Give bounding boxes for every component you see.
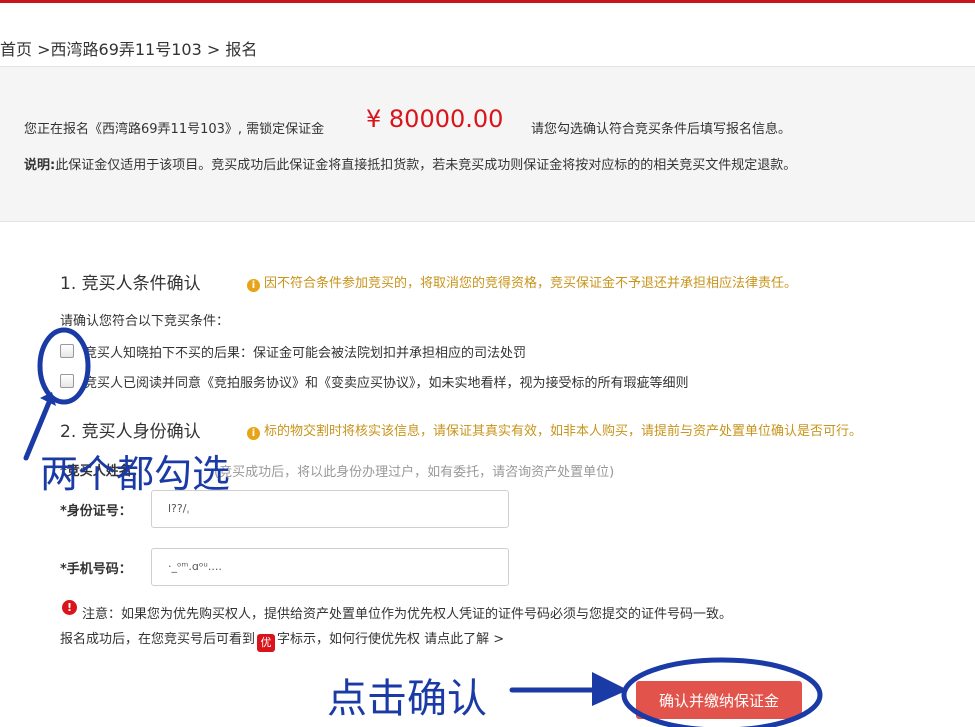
phone-number-input[interactable]: ·_ᵒᵐ.ɑᵒᵘ....: [151, 548, 509, 586]
top-red-rule: [0, 0, 975, 3]
priority-note: 注意：如果您为优先购买权人，提供给资产处置单位作为优先权人凭证的证件号码必须与您…: [82, 607, 733, 622]
info-icon: i: [247, 279, 260, 292]
section2-warning-text: 标的物交割时将核实该信息，请保证其真实有效，如非本人购买，请提前与资产处置单位确…: [264, 424, 863, 439]
bidder-name-hint: (竞买成功后，将以此身份办理过户，如有委托，请咨询资产处置单位): [214, 465, 615, 480]
explanation-label: 说明:: [24, 158, 56, 173]
priority-badge-icon: 优: [257, 634, 276, 652]
phone-number-label: *手机号码：: [60, 562, 132, 577]
confirm-pay-deposit-button[interactable]: 确认并缴纳保证金: [636, 681, 802, 719]
deposit-explanation: 说明:此保证金仅适用于该项目。竞买成功后此保证金将直接抵扣货款，若未竞买成功则保…: [24, 154, 796, 173]
annotation-arrowhead-checkboxes: [40, 392, 56, 406]
annotation-check-both: 两个都勾选: [40, 452, 231, 496]
deposit-amount: ¥ 80000.00: [366, 105, 504, 133]
explanation-text: 此保证金仅适用于该项目。竞买成功后此保证金将直接抵扣货款，若未竞买成功则保证金将…: [55, 158, 797, 173]
priority-note-line2: 报名成功后，在您竞买号后可看到优字标示，如何行使优先权 请点此了解 >: [60, 628, 504, 652]
conditions-intro: 请确认您符合以下竞买条件：: [60, 314, 230, 329]
section2-title: 2. 竞买人身份确认: [60, 422, 201, 442]
learn-more-link[interactable]: 请点此了解 >: [424, 632, 504, 647]
section2-warning: i 标的物交割时将核实该信息，请保证其真实有效，如非本人购买，请提前与资产处置单位…: [247, 420, 862, 440]
annotation-click-confirm: 点击确认: [327, 676, 487, 722]
condition-checkbox-1[interactable]: [60, 344, 74, 358]
section1-warning: i 因不符合条件参加竞买的，将取消您的竞得资格，竞买保证金不予退还并承担相应法律责…: [247, 272, 797, 292]
breadcrumb-current: 报名: [225, 40, 258, 59]
breadcrumb-item[interactable]: 西湾路69弄11号103: [51, 40, 202, 59]
deposit-notice-hint: 请您勾选确认符合竞买条件后填写报名信息。: [531, 122, 792, 137]
breadcrumb-separator: >: [32, 40, 51, 59]
priority-note-before: 报名成功后，在您竞买号后可看到: [60, 632, 256, 647]
alert-icon: !: [62, 600, 77, 615]
breadcrumb-home[interactable]: 首页: [0, 40, 32, 59]
info-icon: i: [247, 427, 260, 440]
condition-checkbox-2[interactable]: [60, 374, 74, 388]
condition-label-2: 竞买人已阅读并同意《竞拍服务协议》和《变卖应买协议》，如未实地看样，视为接受标的…: [84, 376, 689, 391]
breadcrumb: 首页 >西湾路69弄11号103 > 报名: [0, 36, 257, 60]
priority-note-after: 字标示，如何行使优先权: [277, 632, 421, 647]
condition-label-1: 竞买人知晓拍下不买的后果：保证金可能会被法院划扣并承担相应的司法处罚: [84, 346, 527, 361]
deposit-notice-text: 您正在报名《西湾路69弄11号103》, 需锁定保证金: [24, 122, 325, 137]
breadcrumb-separator: >: [201, 40, 226, 59]
id-number-label: *身份证号：: [60, 504, 132, 519]
annotation-circle-checkboxes: [37, 327, 91, 405]
annotation-arrowhead-confirm: [592, 672, 628, 706]
section1-title: 1. 竞买人条件确认: [60, 274, 201, 294]
section1-warning-text: 因不符合条件参加竞买的，将取消您的竞得资格，竞买保证金不予退还并承担相应法律责任…: [264, 276, 798, 291]
deposit-notice-panel: [0, 66, 975, 222]
